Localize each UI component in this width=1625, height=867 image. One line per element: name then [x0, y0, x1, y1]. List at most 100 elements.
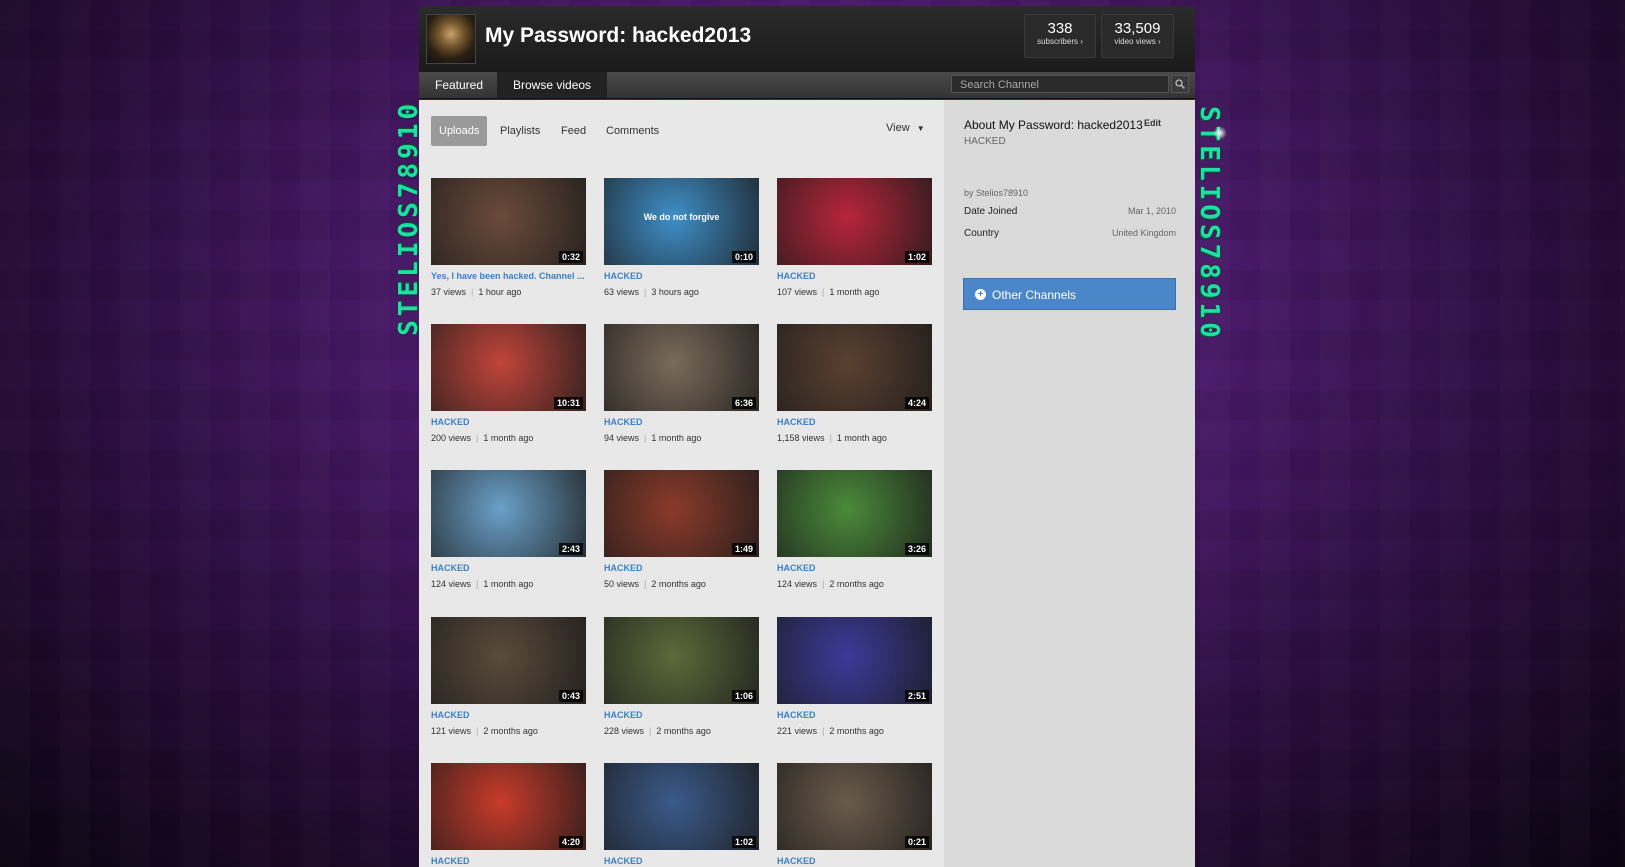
- video-meta: 124 views | 2 months ago: [777, 579, 932, 589]
- meta-separator: |: [644, 287, 647, 297]
- video-thumbnail[interactable]: 2:43: [431, 470, 586, 557]
- video-title[interactable]: HACKED: [604, 271, 759, 281]
- subtab-playlists[interactable]: Playlists: [500, 116, 540, 146]
- video-age: 1 hour ago: [478, 287, 522, 297]
- channel-owner[interactable]: by Stelios78910: [964, 188, 1028, 198]
- search-button[interactable]: [1171, 75, 1189, 93]
- video-title[interactable]: HACKED: [777, 563, 932, 573]
- video-thumbnail[interactable]: 0:32: [431, 178, 586, 265]
- video-item[interactable]: 1:06 HACKED 228 views | 2 months ago: [604, 617, 759, 736]
- view-dropdown[interactable]: View ▼: [886, 122, 925, 134]
- video-thumbnail[interactable]: 1:49: [604, 470, 759, 557]
- video-thumbnail[interactable]: 1:02: [604, 763, 759, 850]
- video-item[interactable]: 4:20 HACKED: [431, 763, 586, 866]
- video-item[interactable]: 0:43 HACKED 121 views | 2 months ago: [431, 617, 586, 736]
- meta-separator: |: [822, 287, 825, 297]
- video-thumbnail[interactable]: 4:20: [431, 763, 586, 850]
- video-title[interactable]: HACKED: [431, 417, 586, 427]
- video-item[interactable]: We do not forgive 0:10 HACKED 63 views | 3 ho…: [604, 178, 759, 297]
- video-duration: 4:24: [904, 397, 929, 409]
- tab-browse-videos[interactable]: Browse videos: [497, 72, 608, 98]
- video-duration: 1:06: [731, 690, 756, 702]
- country-label: Country: [964, 228, 1000, 239]
- video-title[interactable]: HACKED: [777, 710, 932, 720]
- channel-header: My Password: hacked2013 338 subscribers …: [419, 6, 1195, 72]
- video-age: 1 month ago: [836, 433, 887, 443]
- video-thumbnail[interactable]: 0:21: [777, 763, 932, 850]
- video-title[interactable]: Yes, I have been hacked. Channel ...: [431, 271, 586, 281]
- video-age: 2 months ago: [651, 579, 706, 589]
- video-item[interactable]: 3:26 HACKED 124 views | 2 months ago: [777, 470, 932, 589]
- video-duration: 2:51: [904, 690, 929, 702]
- video-title[interactable]: HACKED: [604, 417, 759, 427]
- meta-separator: |: [829, 433, 832, 443]
- subtab-comments[interactable]: Comments: [606, 116, 659, 146]
- video-age: 2 months ago: [483, 726, 538, 736]
- about-description: HACKED: [964, 136, 1006, 147]
- video-thumbnail[interactable]: 1:02: [777, 178, 932, 265]
- video-duration: 3:26: [904, 543, 929, 555]
- video-item[interactable]: 1:02 HACKED 107 views | 1 month ago: [777, 178, 932, 297]
- channel-avatar[interactable]: [426, 14, 476, 64]
- video-item[interactable]: 2:43 HACKED 124 views | 1 month ago: [431, 470, 586, 589]
- plus-icon: +: [975, 289, 986, 300]
- meta-separator: |: [476, 726, 479, 736]
- video-item[interactable]: 10:31 HACKED 200 views | 1 month ago: [431, 324, 586, 443]
- video-item[interactable]: 6:36 HACKED 94 views | 1 month ago: [604, 324, 759, 443]
- meta-separator: |: [476, 433, 479, 443]
- video-views: 121 views: [431, 726, 472, 736]
- video-age: 1 month ago: [651, 433, 702, 443]
- video-meta: 200 views | 1 month ago: [431, 433, 586, 443]
- channel-title: My Password: hacked2013: [485, 24, 752, 47]
- video-title[interactable]: HACKED: [777, 271, 932, 281]
- video-views: 50 views: [604, 579, 640, 589]
- video-title[interactable]: HACKED: [604, 563, 759, 573]
- video-browser: Uploads Playlists Feed Comments View ▼ 0…: [419, 100, 944, 867]
- video-thumbnail[interactable]: We do not forgive 0:10: [604, 178, 759, 265]
- view-label: View: [886, 122, 910, 134]
- date-joined-label: Date Joined: [964, 206, 1018, 217]
- video-thumbnail[interactable]: 2:51: [777, 617, 932, 704]
- video-duration: 6:36: [731, 397, 756, 409]
- video-title[interactable]: HACKED: [431, 563, 586, 573]
- video-meta: 221 views | 2 months ago: [777, 726, 932, 736]
- tab-featured[interactable]: Featured: [419, 72, 499, 98]
- edit-button[interactable]: Edit: [1144, 118, 1161, 128]
- video-title[interactable]: HACKED: [431, 710, 586, 720]
- video-item[interactable]: 1:49 HACKED 50 views | 2 months ago: [604, 470, 759, 589]
- subtab-uploads[interactable]: Uploads: [431, 116, 488, 146]
- channel-nav: Featured Browse videos Search Channel: [419, 72, 1195, 99]
- search-icon: [1175, 79, 1185, 89]
- video-thumbnail[interactable]: 4:24: [777, 324, 932, 411]
- video-views-stat[interactable]: 33,509 video views ›: [1101, 14, 1174, 58]
- video-title[interactable]: HACKED: [604, 710, 759, 720]
- video-title[interactable]: HACKED: [777, 856, 932, 866]
- video-duration: 10:31: [553, 397, 583, 409]
- video-title[interactable]: HACKED: [431, 856, 586, 866]
- video-item[interactable]: 4:24 HACKED 1,158 views | 1 month ago: [777, 324, 932, 443]
- subtab-feed[interactable]: Feed: [561, 116, 586, 146]
- video-title[interactable]: HACKED: [604, 856, 759, 866]
- video-age: 2 months ago: [829, 726, 884, 736]
- video-thumbnail[interactable]: 3:26: [777, 470, 932, 557]
- subscribers-stat[interactable]: 338 subscribers ›: [1024, 14, 1096, 58]
- video-views-count: 33,509: [1114, 20, 1161, 37]
- meta-separator: |: [649, 726, 652, 736]
- video-thumbnail[interactable]: 0:43: [431, 617, 586, 704]
- video-title[interactable]: HACKED: [777, 417, 932, 427]
- video-views-label: video views ›: [1114, 37, 1161, 46]
- other-channels-button[interactable]: + Other Channels: [963, 278, 1176, 310]
- video-item[interactable]: 1:02 HACKED: [604, 763, 759, 866]
- video-duration: 0:32: [558, 251, 583, 263]
- video-duration: 0:10: [731, 251, 756, 263]
- video-thumbnail[interactable]: 6:36: [604, 324, 759, 411]
- video-age: 1 month ago: [829, 287, 880, 297]
- about-sidebar: About My Password: hacked2013 Edit HACKE…: [944, 100, 1195, 867]
- video-duration: 0:43: [558, 690, 583, 702]
- video-thumbnail[interactable]: 1:06: [604, 617, 759, 704]
- video-item[interactable]: 0:21 HACKED: [777, 763, 932, 866]
- video-item[interactable]: 0:32 Yes, I have been hacked. Channel ...…: [431, 178, 586, 297]
- search-channel-input[interactable]: Search Channel: [951, 75, 1169, 93]
- video-item[interactable]: 2:51 HACKED 221 views | 2 months ago: [777, 617, 932, 736]
- video-thumbnail[interactable]: 10:31: [431, 324, 586, 411]
